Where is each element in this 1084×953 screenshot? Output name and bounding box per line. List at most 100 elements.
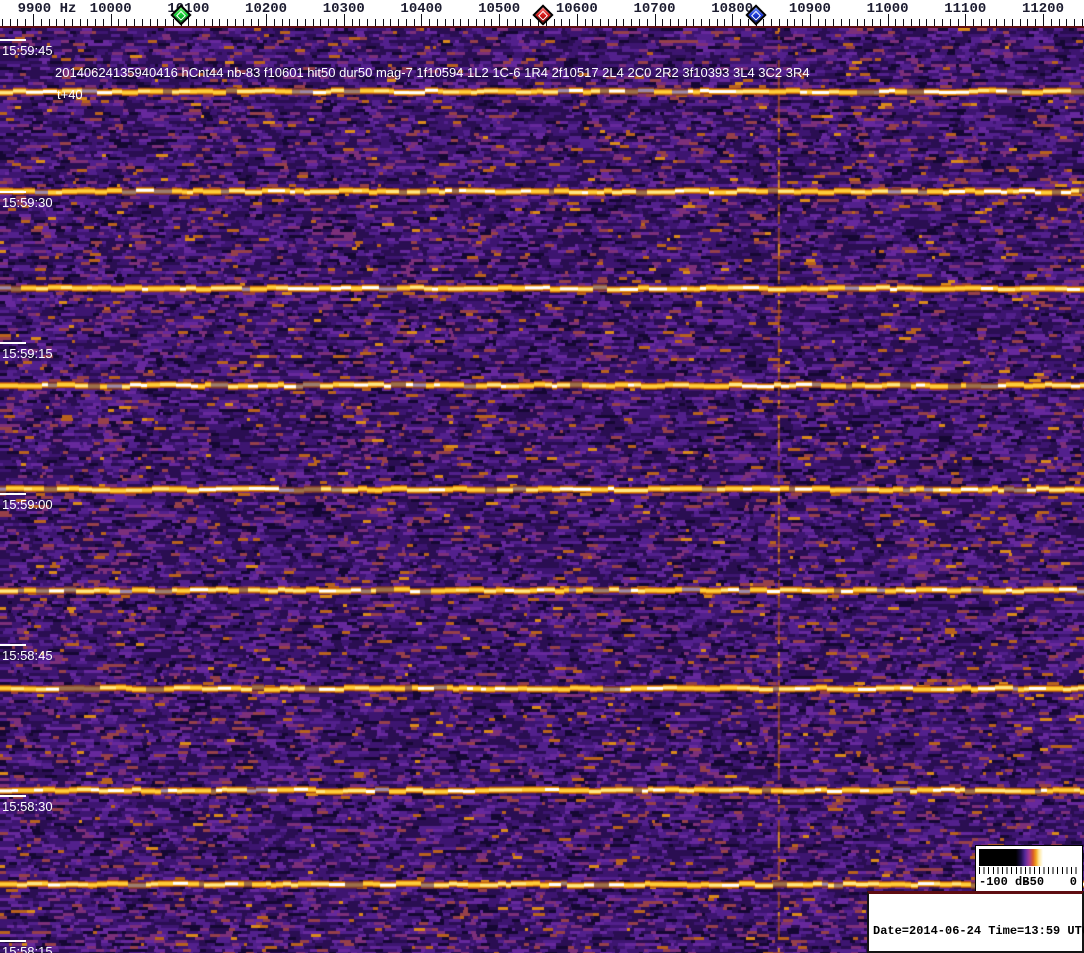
ruler-minor-tick	[872, 19, 874, 26]
spectrogram-app: 9900 Hz 10000 10100 10200 10300 10400 10500 106…	[0, 0, 1084, 953]
time-label: 15:59:30	[2, 195, 53, 210]
ruler-minor-tick	[9, 19, 11, 26]
ruler-minor-tick	[335, 19, 337, 26]
time-axis-tick	[0, 940, 26, 942]
time-label: 15:58:30	[2, 799, 53, 814]
ruler-minor-tick	[996, 19, 998, 26]
ruler-minor-tick	[941, 19, 943, 26]
colorbar-tick-ruler	[979, 867, 1079, 874]
ruler-minor-tick	[297, 19, 299, 26]
ruler-minor-tick	[398, 19, 400, 26]
ruler-minor-tick	[1081, 19, 1083, 26]
ruler-minor-tick	[149, 19, 151, 26]
ruler-minor-tick	[506, 19, 508, 26]
ruler-minor-tick	[390, 19, 392, 26]
ruler-minor-tick	[973, 19, 975, 26]
intensity-colorbar: -100 dB -50 0	[975, 845, 1083, 893]
ruler-minor-tick	[483, 19, 485, 26]
ruler-minor-tick	[825, 19, 827, 26]
ruler-minor-tick	[118, 19, 120, 26]
ruler-minor-tick	[638, 19, 640, 26]
ruler-minor-tick	[1066, 19, 1068, 26]
ruler-minor-tick	[724, 19, 726, 26]
ruler-minor-tick	[475, 19, 477, 26]
ruler-minor-tick	[250, 19, 252, 26]
ruler-minor-tick	[910, 19, 912, 26]
ruler-minor-tick	[17, 19, 19, 26]
ruler-minor-tick	[460, 19, 462, 26]
ruler-minor-tick	[242, 19, 244, 26]
ruler-minor-tick	[320, 19, 322, 26]
ruler-minor-tick	[802, 19, 804, 26]
ruler-minor-tick	[172, 19, 174, 26]
ruler-minor-tick	[685, 19, 687, 26]
colorbar-max-label: 0	[1069, 875, 1077, 889]
ruler-minor-tick	[739, 19, 741, 26]
ruler-minor-tick	[514, 19, 516, 26]
time-axis-tick	[0, 644, 26, 646]
ruler-minor-tick	[530, 19, 532, 26]
ruler-frequency-label: 10400	[400, 1, 443, 17]
ruler-minor-tick	[794, 19, 796, 26]
ruler-minor-tick	[592, 19, 594, 26]
ruler-minor-tick	[374, 19, 376, 26]
ruler-baseline	[0, 26, 1084, 28]
ruler-minor-tick	[631, 19, 633, 26]
ruler-minor-tick	[949, 19, 951, 26]
ruler-minor-tick	[157, 19, 159, 26]
ruler-minor-tick	[701, 19, 703, 26]
time-label: 15:59:15	[2, 346, 53, 361]
ruler-minor-tick	[312, 19, 314, 26]
ruler-minor-tick	[1011, 19, 1013, 26]
ruler-minor-tick	[840, 19, 842, 26]
ruler-minor-tick	[569, 19, 571, 26]
ruler-minor-tick	[1004, 19, 1006, 26]
ruler-minor-tick	[1050, 19, 1052, 26]
ruler-frequency-label: 10700	[633, 1, 676, 17]
ruler-minor-tick	[716, 19, 718, 26]
ruler-minor-tick	[856, 19, 858, 26]
time-axis-tick	[0, 39, 26, 41]
ruler-minor-tick	[289, 19, 291, 26]
ruler-minor-tick	[95, 19, 97, 26]
ruler-minor-tick	[304, 19, 306, 26]
ruler-minor-tick	[273, 19, 275, 26]
ruler-frequency-label: 9900 Hz	[17, 1, 77, 17]
marker-inner-diamond	[750, 10, 761, 20]
ruler-minor-tick	[848, 19, 850, 26]
ruler-minor-tick	[817, 19, 819, 26]
ruler-minor-tick	[670, 19, 672, 26]
time-axis-tick	[0, 342, 26, 344]
ruler-minor-tick	[405, 19, 407, 26]
ruler-minor-tick	[1035, 19, 1037, 26]
ruler-minor-tick	[429, 19, 431, 26]
ruler-minor-tick	[367, 19, 369, 26]
ruler-frequency-label: 10300	[322, 1, 365, 17]
ruler-minor-tick	[491, 19, 493, 26]
ruler-minor-tick	[553, 19, 555, 26]
ruler-minor-tick	[988, 19, 990, 26]
ruler-minor-tick	[234, 19, 236, 26]
ruler-frequency-label: 11000	[866, 1, 909, 17]
ruler-minor-tick	[351, 19, 353, 26]
ruler-minor-tick	[1, 19, 3, 26]
ruler-frequency-label: 10600	[555, 1, 598, 17]
ruler-frequency-label: 10900	[788, 1, 831, 17]
ruler-frequency-label: 11100	[944, 1, 987, 17]
ruler-minor-tick	[926, 19, 928, 26]
ruler-minor-tick	[1027, 19, 1029, 26]
ruler-minor-tick	[763, 19, 765, 26]
ruler-minor-tick	[25, 19, 27, 26]
ruler-minor-tick	[227, 19, 229, 26]
ruler-minor-tick	[1074, 19, 1076, 26]
ruler-minor-tick	[133, 19, 135, 26]
trigger-time-label: t+40	[57, 87, 83, 102]
detection-annotation: 20140624135940416 hCnt44 nb-83 f10601 hi…	[55, 65, 810, 80]
marker-inner-diamond	[175, 10, 186, 20]
ruler-minor-tick	[957, 19, 959, 26]
time-label: 15:59:00	[2, 497, 53, 512]
ruler-minor-tick	[211, 19, 213, 26]
ruler-minor-tick	[561, 19, 563, 26]
ruler-minor-tick	[522, 19, 524, 26]
ruler-minor-tick	[864, 19, 866, 26]
